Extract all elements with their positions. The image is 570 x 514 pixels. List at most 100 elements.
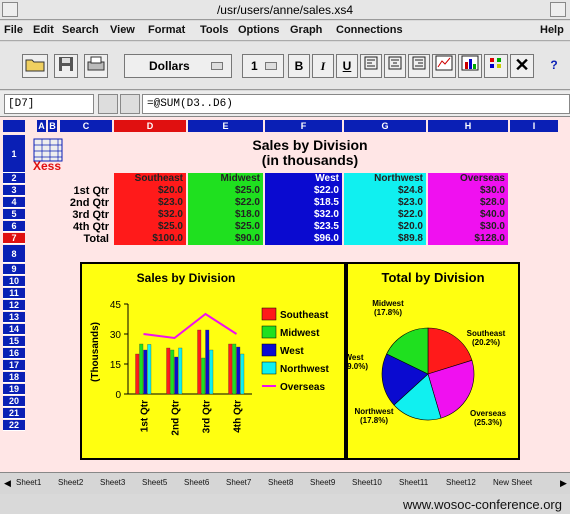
- row-header-11[interactable]: 11: [3, 288, 25, 299]
- bold-button[interactable]: B: [288, 54, 310, 78]
- corner-cell[interactable]: [3, 120, 25, 132]
- sheet-tab[interactable]: Sheet2: [58, 478, 83, 487]
- align-center-icon[interactable]: [384, 54, 406, 78]
- column-header-b[interactable]: B: [48, 120, 57, 132]
- sheet-tab[interactable]: Sheet6: [184, 478, 209, 487]
- cancel-entry-button[interactable]: [98, 94, 118, 114]
- column-label-northwest[interactable]: Northwest: [344, 173, 426, 185]
- sheet-tab[interactable]: Sheet8: [268, 478, 293, 487]
- row-header-10[interactable]: 10: [3, 276, 25, 287]
- open-folder-icon[interactable]: [22, 54, 48, 78]
- scroll-left-icon[interactable]: ◀: [4, 478, 11, 489]
- table-cell[interactable]: $25.0: [114, 221, 186, 233]
- table-cell[interactable]: $22.0: [265, 185, 342, 197]
- table-cell[interactable]: $89.8: [344, 233, 426, 245]
- row-label[interactable]: 1st Qtr: [30, 185, 112, 197]
- row-header-18[interactable]: 18: [3, 372, 25, 383]
- row-header-8[interactable]: 8: [3, 245, 25, 263]
- table-cell[interactable]: $23.0: [114, 197, 186, 209]
- row-header-2[interactable]: 2: [3, 173, 25, 184]
- row-header-19[interactable]: 19: [3, 384, 25, 395]
- row-header-3[interactable]: 3: [3, 185, 25, 196]
- sheet-tab[interactable]: Sheet7: [226, 478, 251, 487]
- column-header-c[interactable]: C: [60, 120, 112, 132]
- sheet-tab[interactable]: Sheet1: [16, 478, 41, 487]
- table-cell[interactable]: $23.0: [344, 197, 426, 209]
- sheet-tab[interactable]: New Sheet: [493, 478, 532, 487]
- menu-graph[interactable]: Graph: [290, 24, 322, 36]
- help-button[interactable]: ?: [542, 54, 566, 78]
- spreadsheet-grid[interactable]: A B C D E F G H I 1 2 3 4 5 6 7 8 9 10 1…: [0, 117, 570, 472]
- column-label-midwest[interactable]: Midwest: [188, 173, 263, 185]
- column-label-west[interactable]: West: [265, 173, 342, 185]
- table-cell[interactable]: $18.0: [188, 209, 263, 221]
- column-header-e[interactable]: E: [188, 120, 263, 132]
- table-cell[interactable]: $32.0: [265, 209, 342, 221]
- row-header-17[interactable]: 17: [3, 360, 25, 371]
- row-label[interactable]: 2nd Qtr: [30, 197, 112, 209]
- table-cell[interactable]: $25.0: [188, 185, 263, 197]
- column-label-overseas[interactable]: Overseas: [428, 173, 508, 185]
- table-cell[interactable]: $23.5: [265, 221, 342, 233]
- row-label[interactable]: 4th Qtr: [30, 221, 112, 233]
- sheet-tab[interactable]: Sheet3: [100, 478, 125, 487]
- minimize-button[interactable]: [550, 2, 566, 17]
- underline-button[interactable]: U: [336, 54, 358, 78]
- row-header-5[interactable]: 5: [3, 209, 25, 220]
- sheet-tab[interactable]: Sheet12: [446, 478, 476, 487]
- menu-options[interactable]: Options: [238, 24, 280, 36]
- align-right-icon[interactable]: [408, 54, 430, 78]
- row-header-12[interactable]: 12: [3, 300, 25, 311]
- table-cell[interactable]: $25.0: [188, 221, 263, 233]
- table-cell[interactable]: $20.0: [114, 185, 186, 197]
- table-cell[interactable]: $96.0: [265, 233, 342, 245]
- row-header-22[interactable]: 22: [3, 420, 25, 431]
- scroll-right-icon[interactable]: ▶: [560, 478, 567, 489]
- sheet-tab[interactable]: Sheet11: [399, 478, 428, 487]
- italic-button[interactable]: I: [312, 54, 334, 78]
- menu-tools[interactable]: Tools: [200, 24, 229, 36]
- row-header-20[interactable]: 20: [3, 396, 25, 407]
- row-header-13[interactable]: 13: [3, 312, 25, 323]
- close-icon[interactable]: ✕: [510, 54, 534, 78]
- row-header-14[interactable]: 14: [3, 324, 25, 335]
- sheet-tab[interactable]: Sheet9: [310, 478, 335, 487]
- table-cell[interactable]: $28.0: [428, 197, 508, 209]
- print-icon[interactable]: [84, 54, 108, 78]
- format-dropdown[interactable]: Dollars: [124, 54, 232, 78]
- table-cell[interactable]: $30.0: [428, 221, 508, 233]
- table-cell[interactable]: $32.0: [114, 209, 186, 221]
- column-header-g[interactable]: G: [344, 120, 426, 132]
- pie-chart-panel[interactable]: Total by Division Southeast (20.2%) Oversea…: [340, 262, 520, 460]
- column-header-a[interactable]: A: [37, 120, 46, 132]
- row-label[interactable]: Total: [30, 233, 112, 245]
- table-cell[interactable]: $24.8: [344, 185, 426, 197]
- table-cell[interactable]: $90.0: [188, 233, 263, 245]
- menu-help[interactable]: Help: [540, 24, 564, 36]
- menu-search[interactable]: Search: [62, 24, 99, 36]
- menu-connections[interactable]: Connections: [336, 24, 403, 36]
- row-header-15[interactable]: 15: [3, 336, 25, 347]
- table-cell[interactable]: $40.0: [428, 209, 508, 221]
- cell-reference-field[interactable]: [D7]: [4, 94, 94, 114]
- sheet-tab[interactable]: Sheet10: [352, 478, 382, 487]
- table-cell[interactable]: $100.0: [114, 233, 186, 245]
- row-header-4[interactable]: 4: [3, 197, 25, 208]
- row-label[interactable]: 3rd Qtr: [30, 209, 112, 221]
- menu-view[interactable]: View: [110, 24, 135, 36]
- formula-input[interactable]: =@SUM(D3..D6): [142, 94, 570, 114]
- table-cell[interactable]: $20.0: [344, 221, 426, 233]
- row-header-9[interactable]: 9: [3, 264, 25, 275]
- row-header-21[interactable]: 21: [3, 408, 25, 419]
- menu-edit[interactable]: Edit: [33, 24, 54, 36]
- table-cell[interactable]: $22.0: [188, 197, 263, 209]
- table-cell[interactable]: $18.5: [265, 197, 342, 209]
- confirm-entry-button[interactable]: [120, 94, 140, 114]
- bar-chart-panel[interactable]: Sales by Division 0 15 30 45 (Thousands) 1st Q…: [80, 262, 346, 460]
- sheet-tab[interactable]: Sheet5: [142, 478, 167, 487]
- row-header-6[interactable]: 6: [3, 221, 25, 232]
- column-header-f[interactable]: F: [265, 120, 342, 132]
- scatter-icon[interactable]: [484, 54, 508, 78]
- row-header-7[interactable]: 7: [3, 233, 25, 244]
- menu-format[interactable]: Format: [148, 24, 185, 36]
